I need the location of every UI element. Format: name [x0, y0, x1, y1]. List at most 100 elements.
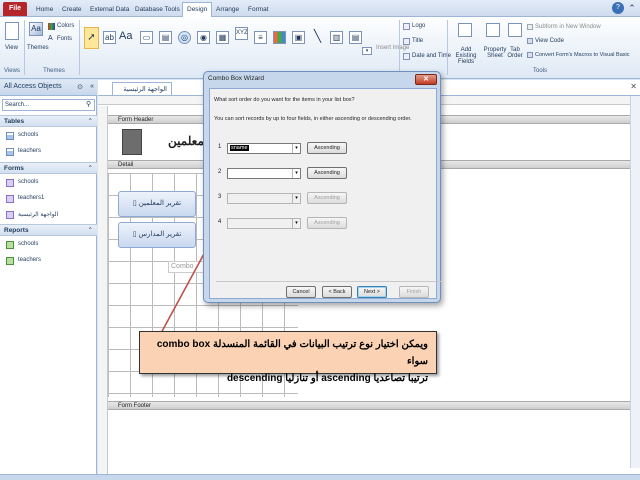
ribbon-separator [399, 20, 400, 75]
nav-item-label: teachers [18, 257, 42, 263]
nav-item-report-teachers[interactable]: teachers [6, 255, 94, 267]
tab-order-button[interactable]: Tab Order [506, 47, 524, 59]
add-fields-icon[interactable] [458, 23, 472, 37]
nav-item-label: schools [18, 241, 39, 247]
close-icon[interactable]: ✕ [415, 74, 437, 85]
chevron-down-icon[interactable]: ⊙ [77, 83, 83, 91]
sort-number: 2 [218, 169, 222, 175]
dialog-question: What sort order do you want for the item… [214, 97, 355, 103]
collapse-pane-icon[interactable]: « [90, 83, 94, 90]
sort-field-1-select[interactable]: sname ▾ [227, 143, 301, 154]
logo-button[interactable]: Logo [412, 23, 425, 29]
tab-database-tools[interactable]: Database Tools [131, 3, 184, 17]
convert-macros-button[interactable]: Convert Form's Macros to Visual Basic [535, 52, 629, 58]
tab-file[interactable]: File [3, 2, 27, 16]
controls-more-icon[interactable]: ▾ [362, 47, 372, 55]
view-code-icon [527, 38, 533, 44]
list-box-icon[interactable]: ▤ [349, 31, 362, 44]
subform-icon [527, 24, 533, 30]
colors-button[interactable]: Colors [57, 23, 74, 29]
unbound-object-icon[interactable]: ▣ [292, 31, 305, 44]
date-time-button[interactable]: Date and Time [412, 53, 451, 59]
themes-icon[interactable]: Aa [29, 22, 43, 36]
logo-icon [403, 23, 410, 30]
chevron-down-icon[interactable]: ▾ [292, 169, 300, 178]
sort-number: 1 [218, 144, 222, 150]
finish-button[interactable]: Finish [399, 286, 429, 298]
nav-pane-header[interactable]: All Access Objects ⊙ « [0, 80, 97, 96]
chevron-down-icon[interactable]: ▾ [292, 194, 300, 203]
page-break-icon[interactable]: ≡ [254, 31, 267, 44]
hyperlink-control-icon[interactable]: ◎ [178, 31, 191, 44]
sort-order-3-button[interactable]: Ascending [307, 192, 347, 204]
themes-button-label[interactable]: Themes [27, 45, 49, 51]
tab-arrange[interactable]: Arrange [212, 3, 243, 17]
next-button[interactable]: Next > [357, 286, 387, 298]
select-pointer-icon[interactable]: ➚ [84, 27, 99, 49]
nav-group-reports[interactable]: Reports ⌃ [0, 224, 97, 236]
tab-create[interactable]: Create [58, 3, 86, 17]
chart-control-icon[interactable] [273, 31, 286, 44]
web-browser-control-icon[interactable]: ◉ [197, 31, 210, 44]
vertical-scrollbar[interactable] [630, 96, 640, 468]
close-icon[interactable]: ✕ [630, 82, 637, 91]
tab-order-icon[interactable] [508, 23, 522, 37]
tab-control-icon[interactable]: ▤ [159, 31, 172, 44]
help-icon[interactable]: ? [612, 2, 624, 14]
chevron-down-icon[interactable]: ▾ [292, 219, 300, 228]
ribbon-tab-bar: File Home Create External Data Database … [0, 0, 640, 18]
sort-field-2-select[interactable]: ▾ [227, 168, 301, 179]
view-button-label[interactable]: View [5, 45, 18, 51]
nav-item-report-schools[interactable]: schools [6, 239, 94, 251]
textbox-control-icon[interactable]: ab [103, 31, 116, 44]
add-fields-button[interactable]: Add Existing Fields [450, 47, 482, 65]
nav-item-form-main[interactable]: الواجهة الرئيسية [6, 209, 94, 221]
nav-group-forms[interactable]: Forms ⌃ [0, 162, 97, 174]
nav-item-form-schools[interactable]: schools [6, 177, 94, 189]
tab-design[interactable]: Design [182, 2, 213, 18]
property-sheet-icon[interactable] [486, 23, 500, 37]
nav-item-label: الواجهة الرئيسية [18, 212, 59, 218]
tools-group-label: Tools [532, 68, 547, 74]
colors-icon [48, 23, 55, 30]
sort-field-4-select[interactable]: ▾ [227, 218, 301, 229]
tab-home[interactable]: Home [32, 3, 57, 17]
sort-order-1-button[interactable]: Ascending [307, 142, 347, 154]
chevron-down-icon[interactable]: ▾ [292, 144, 300, 153]
navigation-control-icon[interactable]: ▦ [216, 31, 229, 44]
insert-image-button[interactable]: Insert Image [376, 45, 409, 51]
nav-item-table-schools[interactable]: schools [6, 130, 94, 142]
subform-button[interactable]: Subform in New Window [535, 24, 601, 30]
report-icon [6, 257, 14, 265]
view-code-button[interactable]: View Code [535, 38, 564, 44]
sort-field-3-select[interactable]: ▾ [227, 193, 301, 204]
fonts-button[interactable]: Fonts [57, 36, 72, 42]
toggle-button-icon[interactable]: ▥ [330, 31, 343, 44]
dialog-hint: You can sort records by up to four field… [214, 116, 412, 122]
minimize-ribbon-icon[interactable]: ⌃ [626, 2, 638, 14]
nav-group-label: Reports [4, 227, 29, 234]
form-logo-image[interactable] [122, 129, 142, 155]
date-time-icon [403, 53, 410, 60]
view-icon[interactable] [5, 22, 19, 40]
line-control-icon[interactable]: ╲ [311, 30, 324, 44]
option-group-icon[interactable]: XYZ [235, 27, 248, 40]
tab-format[interactable]: Format [244, 3, 273, 17]
nav-search-input[interactable]: Search... [2, 99, 95, 111]
cancel-button[interactable]: Cancel [286, 286, 316, 298]
tab-external-data[interactable]: External Data [86, 3, 133, 17]
nav-group-tables[interactable]: Tables ⌃ [0, 115, 97, 127]
property-sheet-button[interactable]: Property Sheet [483, 47, 507, 59]
button-control-icon[interactable]: ▭ [140, 31, 153, 44]
form-footer-bar[interactable]: Form Footer [108, 401, 640, 410]
search-icon[interactable]: ⚲ [86, 100, 91, 108]
nav-item-form-teachers1[interactable]: teachers1 [6, 193, 94, 205]
label-control-icon[interactable]: Aa [119, 31, 132, 44]
back-button[interactable]: < Back [322, 286, 352, 298]
title-button[interactable]: Title [412, 38, 423, 44]
document-tab[interactable]: الواجهة الرئيسية [112, 82, 172, 95]
sort-order-2-button[interactable]: Ascending [307, 167, 347, 179]
nav-item-table-teachers[interactable]: teachers [6, 146, 94, 158]
views-group-label: Views [4, 68, 20, 74]
sort-order-4-button[interactable]: Ascending [307, 217, 347, 229]
